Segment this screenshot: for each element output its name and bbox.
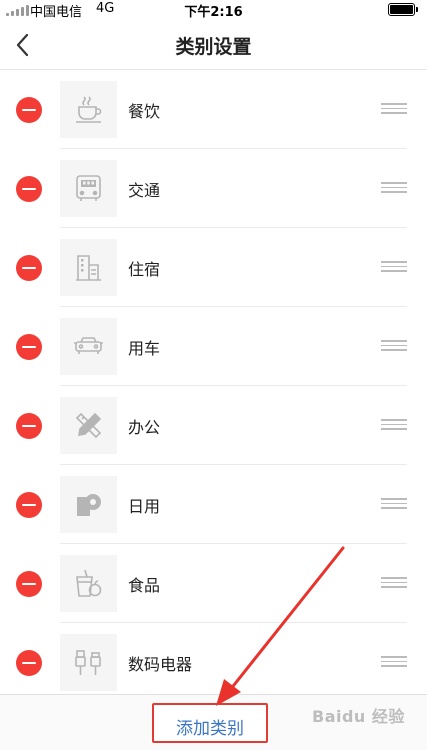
category-row: 用车 [0,307,427,386]
bus-icon [76,175,101,201]
remove-button[interactable] [16,176,42,202]
usb-plug-icon [75,650,101,675]
category-icon-box [60,239,117,296]
category-row: 日用 [0,465,427,544]
category-icon-box [60,476,117,533]
category-row: 餐饮 [0,70,427,149]
remove-button[interactable] [16,571,42,597]
category-label: 办公 [128,418,161,437]
building-icon [76,255,101,281]
nav-bar: 类别设置 [0,20,427,70]
tissue-roll-icon [77,494,101,516]
drag-handle-icon[interactable] [381,261,407,272]
remove-button[interactable] [16,413,42,439]
drag-handle-icon[interactable] [381,577,407,588]
drag-handle-icon[interactable] [381,340,407,351]
drag-handle-icon[interactable] [381,656,407,667]
category-icon-box [60,160,117,217]
category-row: 办公 [0,386,427,465]
category-label: 数码电器 [128,655,193,674]
remove-button[interactable] [16,492,42,518]
category-label: 用车 [128,339,161,358]
drag-handle-icon[interactable] [381,103,407,114]
category-icon-box [60,81,117,138]
add-category-label: 添加类别 [176,719,244,739]
coffee-cup-icon [76,96,102,123]
category-row: 食品 [0,544,427,623]
watermark: Baidu 经验 [312,707,405,726]
category-icon-box [60,555,117,612]
category-label: 日用 [128,497,161,516]
page-title: 类别设置 [175,36,252,58]
category-row: 交通 [0,149,427,228]
category-icon-box [60,318,117,375]
category-icon-box [60,397,117,454]
category-label: 交通 [128,181,161,200]
drink-apple-icon [76,569,102,597]
pencil-ruler-icon [75,412,102,439]
drag-handle-icon[interactable] [381,498,407,509]
category-icon-box [60,634,117,691]
category-label: 食品 [128,576,161,595]
add-category-button[interactable]: 添加类别 [152,703,268,743]
remove-button[interactable] [16,334,42,360]
category-label: 住宿 [128,260,161,279]
category-label: 餐饮 [128,102,161,121]
car-icon [74,337,103,354]
remove-button[interactable] [16,97,42,123]
drag-handle-icon[interactable] [381,419,407,430]
status-time: 下午2:16 [184,5,243,20]
category-row: 住宿 [0,228,427,307]
status-bar: 中国电信 4G 下午2:16 [0,0,427,20]
remove-button[interactable] [16,650,42,676]
category-row: 数码电器 [0,623,427,702]
battery-icon [388,3,418,16]
remove-button[interactable] [16,255,42,281]
drag-handle-icon[interactable] [381,182,407,193]
